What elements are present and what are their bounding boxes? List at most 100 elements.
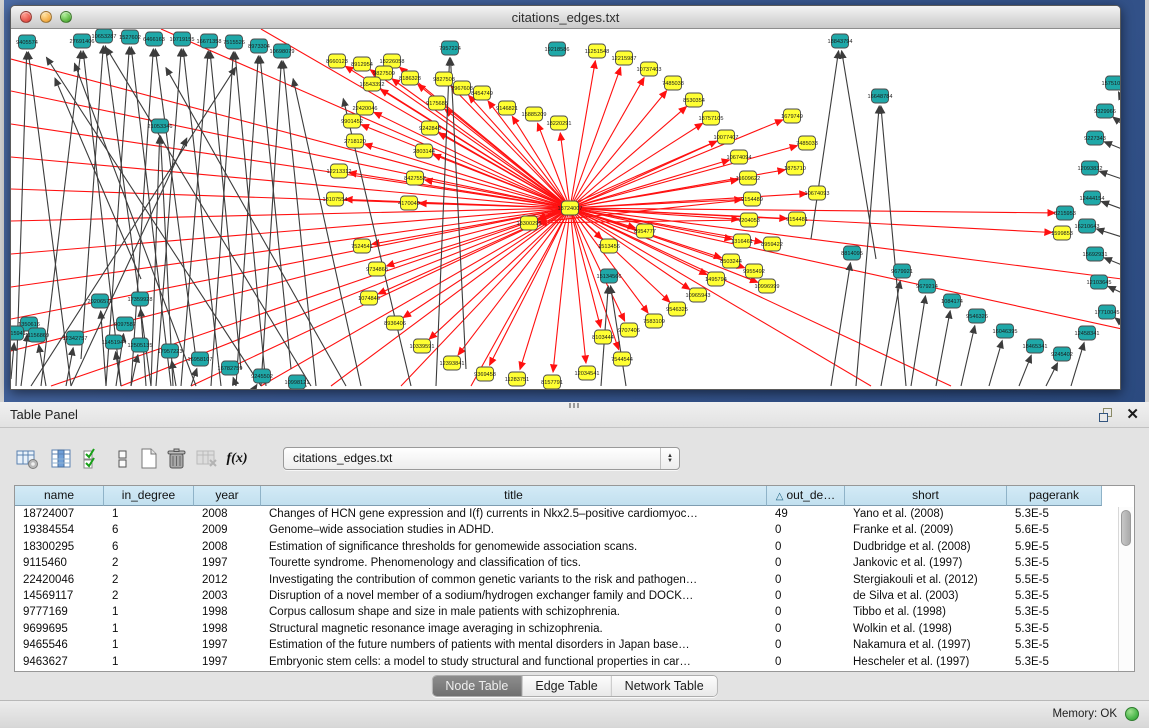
graph-node[interactable]: 8660123 (326, 54, 348, 68)
table-cell[interactable]: 1 (104, 637, 194, 653)
graph-node[interactable]: 7204053 (738, 213, 760, 227)
table-cell[interactable]: Changes of HCN gene expression and I(f) … (261, 506, 767, 522)
graph-edge[interactable] (570, 208, 745, 268)
splitter-grip[interactable] (569, 403, 579, 408)
graph-edge[interactable] (1101, 201, 1120, 209)
graph-node[interactable]: 8427552 (404, 171, 426, 185)
graph-node[interactable]: 9707406 (618, 323, 640, 337)
row-height-icon[interactable] (110, 446, 136, 472)
graph-node[interactable]: 8103444 (592, 330, 614, 344)
graph-node[interactable]: 7485038 (662, 76, 684, 90)
table-cell[interactable]: 2 (104, 588, 194, 604)
table-cell[interactable]: 0 (767, 637, 845, 653)
graph-node[interactable]: 16671358 (197, 34, 222, 48)
column-header-name[interactable]: name (15, 486, 104, 506)
table-cell[interactable]: Franke et al. (2009) (845, 522, 1007, 538)
graph-node[interactable]: 7485033 (796, 136, 818, 150)
column-header-title[interactable]: title (261, 486, 767, 506)
table-cell[interactable]: 5.3E-5 (1007, 604, 1102, 620)
table-cell[interactable]: 2 (104, 555, 194, 571)
graph-node[interactable]: 12342757 (63, 331, 88, 345)
graph-node[interactable]: 8454749 (471, 86, 493, 100)
table-cell[interactable]: 1 (104, 506, 194, 522)
table-cell[interactable]: Nakamura et al. (1997) (845, 637, 1007, 653)
graph-node[interactable]: 11609622 (736, 171, 760, 185)
graph-node[interactable]: 10998121 (285, 375, 310, 389)
graph-node[interactable]: 15692931 (1083, 247, 1108, 261)
select-rows-icon[interactable] (80, 446, 106, 472)
graph-node[interactable]: 6466163 (143, 32, 165, 46)
table-cell[interactable]: 0 (767, 572, 845, 588)
table-cell[interactable]: Jankovic et al. (1997) (845, 555, 1007, 571)
graph-edge[interactable] (961, 326, 975, 386)
column-header-pagerank[interactable]: pagerank (1007, 486, 1102, 506)
graph-node[interactable]: 16210643 (1075, 219, 1100, 233)
graph-node[interactable]: 17957223 (158, 344, 183, 358)
table-cell[interactable]: 19384554 (15, 522, 104, 538)
graph-edge[interactable] (429, 208, 570, 339)
table-cell[interactable]: 14569117 (15, 588, 104, 604)
table-cell[interactable]: 18300295 (15, 539, 104, 555)
graph-node[interactable]: 8973304 (248, 39, 270, 53)
graph-node[interactable]: 15134566 (597, 269, 622, 283)
graph-edge[interactable] (936, 311, 950, 386)
graph-edge[interactable] (989, 341, 1002, 386)
graph-node[interactable]: 2967608 (451, 81, 473, 95)
table-cell[interactable]: 18724007 (15, 506, 104, 522)
graph-edge[interactable] (1104, 258, 1120, 265)
graph-edge[interactable] (1104, 142, 1120, 149)
graph-edge[interactable] (101, 311, 106, 386)
table-row[interactable]: 946362711997Embryonic stem cells: a mode… (15, 654, 1134, 670)
tab-network-table[interactable]: Network Table (612, 676, 717, 696)
column-header-short[interactable]: short (845, 486, 1007, 506)
table-cell[interactable]: de Silva et al. (2003) (845, 588, 1007, 604)
table-cell[interactable]: 1 (104, 621, 194, 637)
graph-node[interactable]: 9146821 (496, 101, 518, 115)
column-header-out_de[interactable]: △out_de… (767, 486, 845, 506)
table-cell[interactable]: 1 (104, 604, 194, 620)
graph-edge[interactable] (11, 208, 570, 351)
graph-edge[interactable] (570, 123, 703, 208)
graph-node[interactable]: 10698079 (270, 44, 295, 58)
table-cell[interactable]: 1997 (194, 654, 261, 670)
graph-edge[interactable] (11, 343, 14, 379)
graph-node[interactable]: 22420046 (353, 101, 378, 115)
table-cell[interactable]: 1997 (194, 555, 261, 571)
graph-node[interactable]: 8814095 (841, 246, 863, 260)
graph-node[interactable]: 7544544 (611, 352, 633, 366)
graph-edge[interactable] (1046, 363, 1058, 386)
graph-edge[interactable] (233, 377, 236, 386)
graph-node[interactable]: 18220291 (547, 116, 572, 130)
table-row[interactable]: 911546021997Tourette syndrome. Phenomeno… (15, 555, 1134, 571)
graph-node[interactable]: 18757105 (699, 111, 724, 125)
graph-node[interactable]: 9242848 (419, 121, 441, 135)
graph-node[interactable]: 17710045 (1095, 305, 1120, 319)
graph-edge[interactable] (1097, 229, 1120, 237)
graph-node[interactable]: 9154481 (786, 212, 808, 226)
graph-node[interactable]: 16543392 (360, 77, 385, 91)
graph-node[interactable]: 9405574 (16, 35, 38, 49)
graph-node[interactable]: 17359928 (128, 292, 153, 306)
graph-edge[interactable] (439, 133, 570, 208)
graph-node[interactable]: 4170049 (398, 196, 420, 210)
graph-edge[interactable] (881, 106, 906, 386)
graph-node[interactable]: 10674094 (727, 150, 752, 164)
graph-node[interactable]: 8186328 (399, 71, 421, 85)
graph-node[interactable]: 9175685 (426, 96, 448, 110)
graph-node[interactable]: 15885209 (522, 107, 547, 121)
graph-node[interactable]: 8157791 (541, 375, 563, 389)
table-cell[interactable]: Tibbo et al. (1998) (845, 604, 1007, 620)
network-window-titlebar[interactable]: citations_edges.txt (11, 6, 1120, 29)
graph-node[interactable]: 8954777 (634, 224, 656, 238)
table-cell[interactable]: 5.3E-5 (1007, 621, 1102, 637)
table-cell[interactable]: Embryonic stem cells: a model to study s… (261, 654, 767, 670)
graph-edge[interactable] (1113, 117, 1120, 124)
table-row[interactable]: 946554611997Estimation of the future num… (15, 637, 1134, 653)
table-cell[interactable]: 9115460 (15, 555, 104, 571)
graph-node[interactable]: 10653287 (92, 29, 117, 43)
graph-node[interactable]: 12103645 (1087, 275, 1112, 289)
table-vertical-scrollbar[interactable] (1118, 507, 1133, 672)
graph-node[interactable]: 8503244 (720, 254, 742, 268)
graph-node[interactable]: 12213312 (327, 164, 352, 178)
graph-edge[interactable] (256, 385, 257, 386)
